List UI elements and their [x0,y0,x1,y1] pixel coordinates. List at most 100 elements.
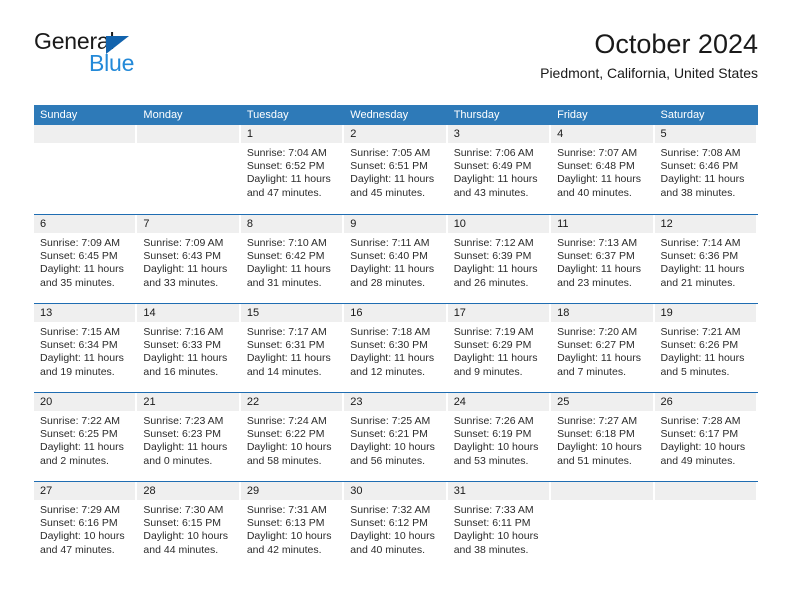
day-details: Sunrise: 7:15 AM Sunset: 6:34 PM Daylight:… [34,322,137,379]
day-number-band: 26 [654,393,756,411]
day-detail-line: Sunrise: 7:18 AM [350,326,431,338]
day-number: 17 [453,307,466,319]
day-number: 9 [350,218,357,230]
day-number-band: 27 [34,482,136,500]
day-number-band: 5 [654,125,756,143]
day-detail-line: Daylight: 11 hours [40,441,124,454]
day-detail-line: Daylight: 11 hours [350,352,435,365]
day-number-band: 30 [344,482,446,500]
day-number: 24 [453,396,466,408]
day-detail-line: and 51 minutes. [557,454,632,467]
day-cell-9[interactable]: 9 Sunrise: 7:11 AM Sunset: 6:40 PM Daylight… [344,215,447,303]
day-cell-30[interactable]: 30 Sunrise: 7:32 AM Sunset: 6:12 PM Dayligh… [344,482,447,570]
day-cell-5[interactable]: 5 Sunrise: 7:08 AM Sunset: 6:46 PM Daylight… [654,125,758,214]
day-detail-line: Daylight: 11 hours [143,263,228,276]
day-cell-17[interactable]: 17 Sunrise: 7:19 AM Sunset: 6:29 PM Dayligh… [447,304,551,392]
brand-logo[interactable]: General Blue [34,30,234,90]
day-detail-line: and 33 minutes. [143,276,219,289]
day-detail-line: Sunset: 6:30 PM [350,339,428,352]
day-cell-4[interactable]: 4 Sunrise: 7:07 AM Sunset: 6:48 PM Daylight… [551,125,654,214]
day-number-band [654,482,756,500]
day-detail-line: Daylight: 10 hours [350,530,435,543]
day-detail-line: Sunrise: 7:28 AM [660,415,741,427]
day-detail-line: and 0 minutes. [143,454,213,467]
day-detail-line: Sunset: 6:15 PM [143,517,222,530]
day-cell-21[interactable]: 21 Sunrise: 7:23 AM Sunset: 6:23 PM Dayligh… [137,393,240,481]
day-cell-15[interactable]: 15 Sunrise: 7:17 AM Sunset: 6:31 PM Dayligh… [240,304,344,392]
calendar-week-row: 20 Sunrise: 7:22 AM Sunset: 6:25 PM Dayligh… [34,392,758,481]
day-cell-7[interactable]: 7 Sunrise: 7:09 AM Sunset: 6:43 PM Daylight… [137,215,240,303]
day-cell-26[interactable]: 26 Sunrise: 7:28 AM Sunset: 6:17 PM Dayligh… [654,393,758,481]
day-details [551,500,654,504]
day-detail-line: Sunset: 6:45 PM [40,250,118,263]
day-detail-line: Sunset: 6:33 PM [143,339,222,352]
day-cell-29[interactable]: 29 Sunrise: 7:31 AM Sunset: 6:13 PM Dayligh… [240,482,344,570]
day-number: 18 [557,307,570,319]
day-detail-line: Sunset: 6:26 PM [660,339,739,352]
day-number: 14 [143,307,156,319]
day-number: 20 [40,396,53,408]
page-subtitle: Piedmont, California, United States [540,64,758,81]
day-detail-line: Daylight: 10 hours [453,530,539,543]
day-number: 10 [453,218,466,230]
day-cell-24[interactable]: 24 Sunrise: 7:26 AM Sunset: 6:19 PM Dayligh… [447,393,551,481]
day-detail-line: Sunrise: 7:23 AM [143,415,224,427]
day-detail-line: Sunset: 6:42 PM [246,250,325,263]
day-number: 23 [350,396,363,408]
day-detail-line: Daylight: 11 hours [453,263,538,276]
day-detail-line: and 47 minutes. [40,543,115,556]
day-cell-25[interactable]: 25 Sunrise: 7:27 AM Sunset: 6:18 PM Dayligh… [551,393,654,481]
day-cell-1[interactable]: 1 Sunrise: 7:04 AM Sunset: 6:52 PM Daylight… [240,125,344,214]
day-cell-2[interactable]: 2 Sunrise: 7:05 AM Sunset: 6:51 PM Daylight… [344,125,447,214]
day-cell-11[interactable]: 11 Sunrise: 7:13 AM Sunset: 6:37 PM Dayligh… [551,215,654,303]
day-cell-16[interactable]: 16 Sunrise: 7:18 AM Sunset: 6:30 PM Dayligh… [344,304,447,392]
day-detail-line: Sunrise: 7:14 AM [660,237,741,249]
day-detail-line: Sunrise: 7:07 AM [557,147,638,159]
day-cell-empty [551,482,654,570]
day-detail-line: Daylight: 10 hours [350,441,435,454]
day-details: Sunrise: 7:16 AM Sunset: 6:33 PM Daylight:… [137,322,240,379]
day-details: Sunrise: 7:10 AM Sunset: 6:42 PM Daylight:… [241,233,344,290]
day-cell-19[interactable]: 19 Sunrise: 7:21 AM Sunset: 6:26 PM Dayligh… [654,304,758,392]
day-detail-line: and 28 minutes. [350,276,425,289]
day-detail-line: Sunset: 6:48 PM [557,160,635,173]
day-cell-18[interactable]: 18 Sunrise: 7:20 AM Sunset: 6:27 PM Dayligh… [551,304,654,392]
day-detail-line: Sunset: 6:43 PM [143,250,222,263]
day-cell-20[interactable]: 20 Sunrise: 7:22 AM Sunset: 6:25 PM Dayligh… [34,393,137,481]
day-number-band: 14 [137,304,239,322]
day-detail-line: Sunrise: 7:16 AM [143,326,224,338]
day-details: Sunrise: 7:27 AM Sunset: 6:18 PM Daylight:… [551,411,654,468]
day-cell-28[interactable]: 28 Sunrise: 7:30 AM Sunset: 6:15 PM Dayligh… [137,482,240,570]
day-cell-13[interactable]: 13 Sunrise: 7:15 AM Sunset: 6:34 PM Dayligh… [34,304,137,392]
day-detail-line: and 43 minutes. [453,186,529,199]
day-cell-6[interactable]: 6 Sunrise: 7:09 AM Sunset: 6:45 PM Daylight… [34,215,137,303]
brand-word-blue: Blue [89,50,135,76]
day-details: Sunrise: 7:29 AM Sunset: 6:16 PM Daylight:… [34,500,137,557]
day-detail-line: Daylight: 11 hours [40,352,124,365]
day-number-band: 1 [240,125,343,143]
day-cell-27[interactable]: 27 Sunrise: 7:29 AM Sunset: 6:16 PM Dayligh… [34,482,137,570]
day-detail-line: Daylight: 11 hours [453,173,538,186]
day-number-band: 29 [240,482,343,500]
day-cell-22[interactable]: 22 Sunrise: 7:24 AM Sunset: 6:22 PM Dayligh… [240,393,344,481]
day-cell-10[interactable]: 10 Sunrise: 7:12 AM Sunset: 6:39 PM Dayligh… [447,215,551,303]
day-number: 6 [40,218,47,230]
day-cell-23[interactable]: 23 Sunrise: 7:25 AM Sunset: 6:21 PM Dayligh… [344,393,447,481]
day-detail-line: Sunrise: 7:10 AM [246,237,327,249]
day-cell-12[interactable]: 12 Sunrise: 7:14 AM Sunset: 6:36 PM Dayligh… [654,215,758,303]
day-details: Sunrise: 7:19 AM Sunset: 6:29 PM Daylight:… [448,322,551,379]
day-cell-31[interactable]: 31 Sunrise: 7:33 AM Sunset: 6:11 PM Dayligh… [447,482,551,570]
day-detail-line: and 38 minutes. [660,186,736,199]
day-detail-line: Sunrise: 7:08 AM [660,147,741,159]
day-number: 1 [246,128,253,140]
day-details [137,143,240,147]
day-number: 15 [246,307,260,319]
day-cell-14[interactable]: 14 Sunrise: 7:16 AM Sunset: 6:33 PM Dayligh… [137,304,240,392]
day-detail-line: Sunrise: 7:22 AM [40,415,120,427]
day-detail-line: Daylight: 11 hours [453,352,538,365]
day-details: Sunrise: 7:32 AM Sunset: 6:12 PM Daylight:… [344,500,447,557]
calendar-weeks: 1 Sunrise: 7:04 AM Sunset: 6:52 PM Daylight… [34,125,758,570]
day-cell-3[interactable]: 3 Sunrise: 7:06 AM Sunset: 6:49 PM Daylight… [447,125,551,214]
day-detail-line: Sunset: 6:37 PM [557,250,635,263]
day-cell-8[interactable]: 8 Sunrise: 7:10 AM Sunset: 6:42 PM Daylight… [240,215,344,303]
